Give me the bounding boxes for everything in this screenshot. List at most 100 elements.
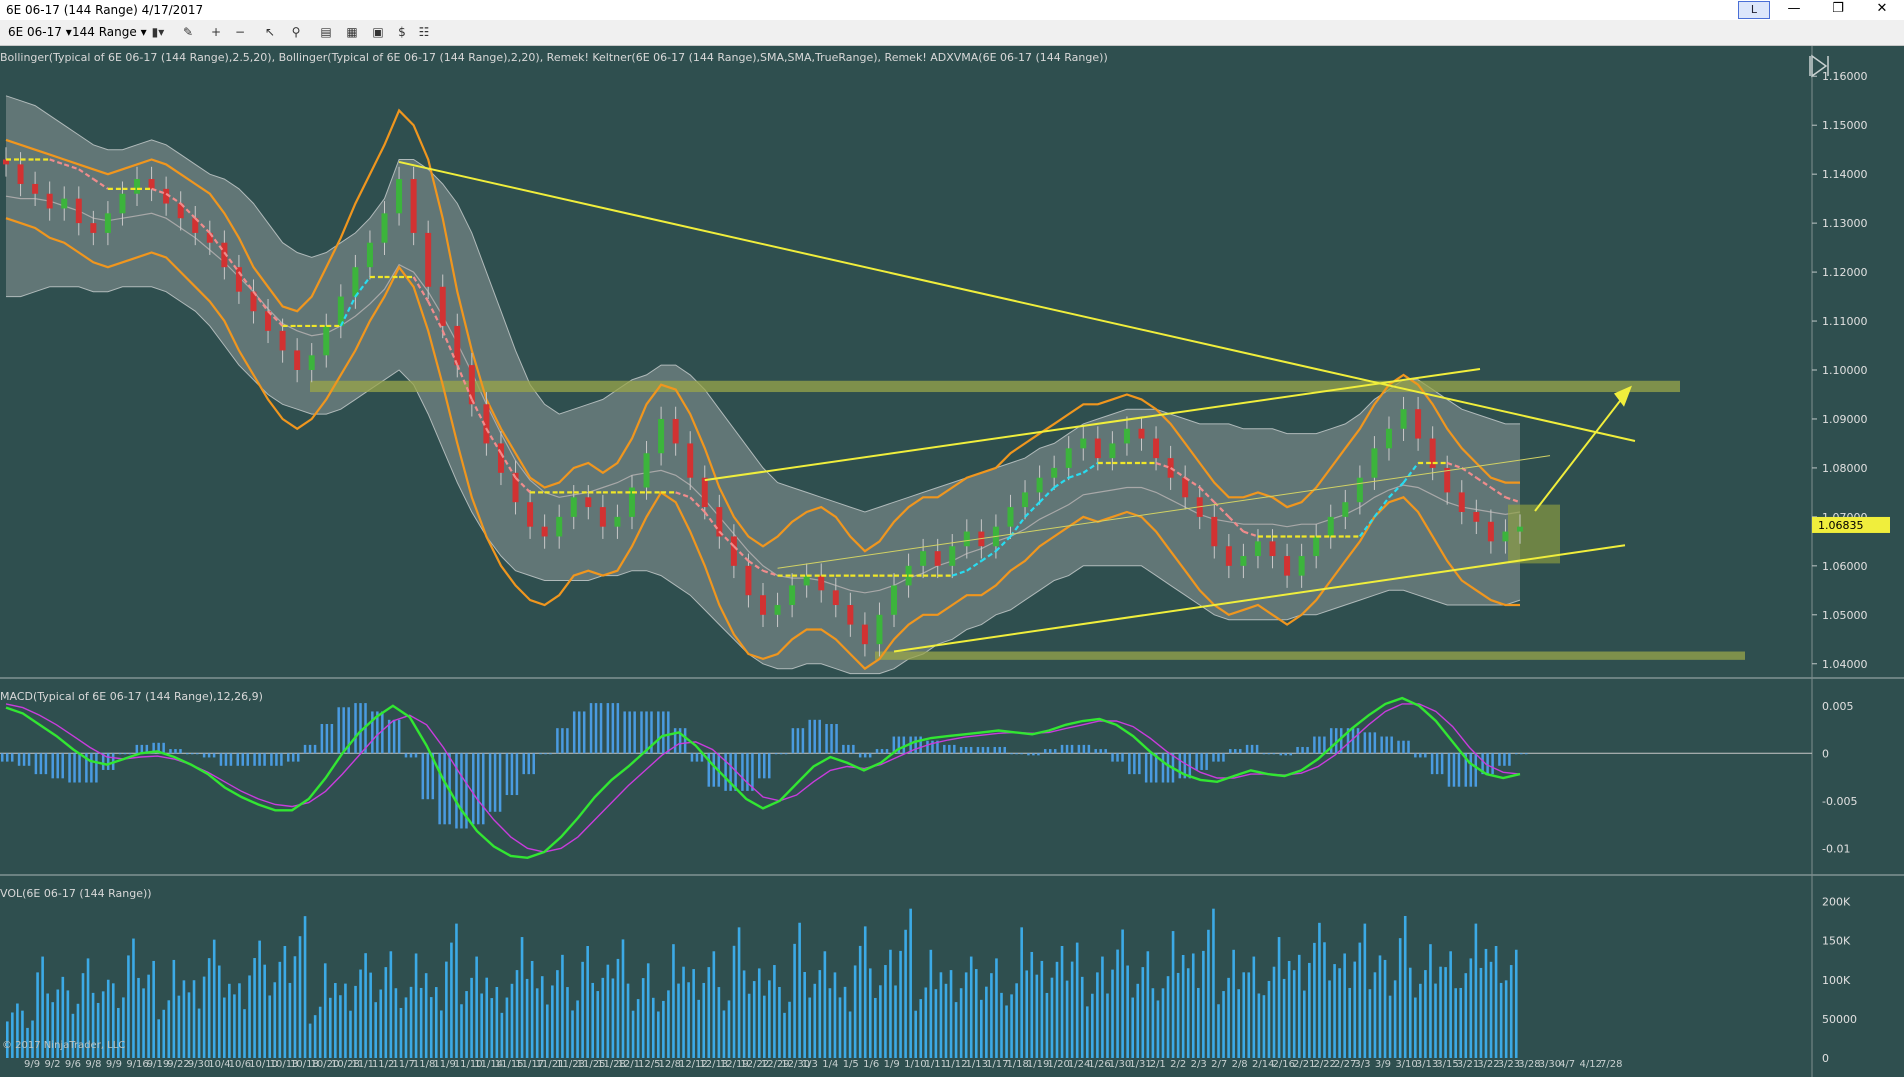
period-selector[interactable]: 144 Range ▾	[72, 25, 147, 39]
volume-bar	[465, 991, 468, 1058]
macd-histogram-bar	[964, 746, 968, 754]
volume-bar	[1272, 966, 1276, 1058]
instrument-selector[interactable]: 6E 06-17 ▾	[8, 25, 72, 39]
volume-bar	[1328, 980, 1331, 1058]
macd-histogram-bar	[472, 753, 475, 825]
candle-body	[1153, 438, 1160, 459]
volume-bar	[667, 990, 670, 1058]
candle-body	[61, 198, 68, 209]
properties-icon[interactable]: ☷	[416, 24, 432, 40]
macd-histogram-bar	[1205, 753, 1208, 770]
time-tick-label: 1/17	[986, 1059, 1008, 1070]
macd-histogram-bar	[1289, 753, 1292, 756]
time-tick-label: 9/6	[65, 1059, 81, 1070]
volume-bar	[394, 988, 398, 1058]
macd-histogram-bar	[842, 744, 845, 754]
zoom-in-icon[interactable]: +	[208, 24, 224, 40]
volume-bar	[1414, 997, 1417, 1058]
volume-bar	[1287, 960, 1291, 1058]
volume-bar	[636, 999, 640, 1058]
downtrend-line[interactable]	[398, 160, 1636, 442]
macd-histogram-bar	[1296, 746, 1299, 754]
macd-histogram-bar	[880, 749, 884, 754]
magnifier-icon[interactable]: ⚲	[288, 24, 304, 40]
projection-arrow[interactable]	[1534, 389, 1629, 512]
price-panel[interactable]: 1.16000 1.15000 1.14000 1.13000 1.12000 1.110…	[3, 70, 1890, 675]
candle-body	[439, 286, 446, 326]
volume-bar	[1363, 923, 1367, 1058]
volume-bar	[127, 955, 130, 1058]
candle-body	[1371, 448, 1378, 478]
macd-histogram-bar	[527, 753, 530, 775]
macd-histogram-bar	[976, 746, 980, 754]
macd-histogram-bar	[818, 719, 821, 754]
volume-bar	[576, 1000, 579, 1058]
macd-histogram-bar	[577, 711, 581, 754]
resistance-zone[interactable]	[310, 380, 1680, 393]
candle-body	[1225, 546, 1232, 566]
restore-icon[interactable]: ❐	[1816, 0, 1860, 20]
support-zone[interactable]	[875, 651, 1745, 660]
volume-tick-label: 200K	[1822, 896, 1851, 909]
volume-bar	[561, 954, 564, 1058]
candle-body	[396, 179, 403, 214]
volume-bar	[1343, 953, 1346, 1058]
volume-bar	[924, 987, 928, 1058]
macd-histogram-bar	[1144, 753, 1148, 783]
candle-body	[1517, 526, 1523, 532]
macd-histogram-bar	[325, 723, 329, 754]
close-icon[interactable]: ✕	[1860, 0, 1904, 20]
macd-histogram-bar	[354, 703, 357, 754]
candle-body	[1444, 467, 1451, 493]
macd-histogram-bar	[582, 711, 586, 754]
macd-histogram-bar	[594, 703, 598, 754]
indicators-icon[interactable]: ▤	[318, 24, 334, 40]
macd-histogram-bar	[953, 744, 956, 754]
volume-panel[interactable]: 200K 150K 100K 50000 0	[6, 896, 1857, 1065]
cursor-icon[interactable]: ↖	[262, 24, 278, 40]
target-zone[interactable]	[1508, 504, 1560, 564]
volume-bar	[288, 982, 292, 1058]
volume-bar	[273, 982, 277, 1058]
volume-bar	[914, 1010, 917, 1058]
macd-histogram-bar	[1279, 753, 1282, 756]
candle-body	[1298, 556, 1305, 576]
volume-bar	[949, 970, 953, 1058]
volume-bar	[1005, 1005, 1008, 1058]
macd-histogram-bar	[1498, 753, 1501, 766]
macd-panel[interactable]: 0.005 0 -0.005 -0.01	[0, 696, 1857, 860]
volume-tick-label: 0	[1822, 1052, 1829, 1065]
macd-histogram-bar	[667, 711, 670, 754]
volume-bar	[591, 982, 595, 1058]
time-tick-label: 2/7	[1211, 1059, 1227, 1070]
volume-bar	[722, 1010, 726, 1058]
price-icon[interactable]: $	[394, 24, 410, 40]
chart-area[interactable]: 1.16000 1.15000 1.14000 1.13000 1.12000 1.110…	[0, 46, 1904, 1077]
macd-histogram-bar	[724, 753, 727, 791]
minimize-icon[interactable]: —	[1772, 0, 1816, 20]
last-price-label: 1.06835	[1818, 519, 1864, 532]
candle-body	[803, 575, 810, 586]
macd-histogram-bar	[695, 753, 699, 762]
macd-histogram-bar	[1087, 744, 1091, 754]
strategies-icon[interactable]: ▦	[344, 24, 360, 40]
volume-bar	[677, 983, 680, 1058]
candle-body	[1385, 428, 1392, 449]
macd-histogram-bar	[1503, 753, 1506, 766]
zoom-out-icon[interactable]: −	[232, 24, 248, 40]
volume-bar	[879, 985, 882, 1058]
volume-bar	[843, 986, 847, 1058]
candle-body	[1415, 409, 1422, 439]
macd-histogram-bar	[1060, 744, 1064, 754]
volume-bar	[1030, 951, 1034, 1058]
time-tick-label: 2/2	[1170, 1059, 1186, 1070]
volume-bar	[1419, 983, 1422, 1058]
candle-body	[1080, 438, 1087, 449]
data-box-icon[interactable]: ▣	[370, 24, 386, 40]
candle-body	[308, 355, 315, 370]
volume-bar	[798, 922, 801, 1058]
draw-tools-icon[interactable]: ✎	[180, 24, 196, 40]
bar-style-icon[interactable]: ▮▾	[150, 24, 166, 40]
volume-bar	[253, 958, 256, 1058]
link-badge-button[interactable]: L	[1738, 1, 1770, 19]
